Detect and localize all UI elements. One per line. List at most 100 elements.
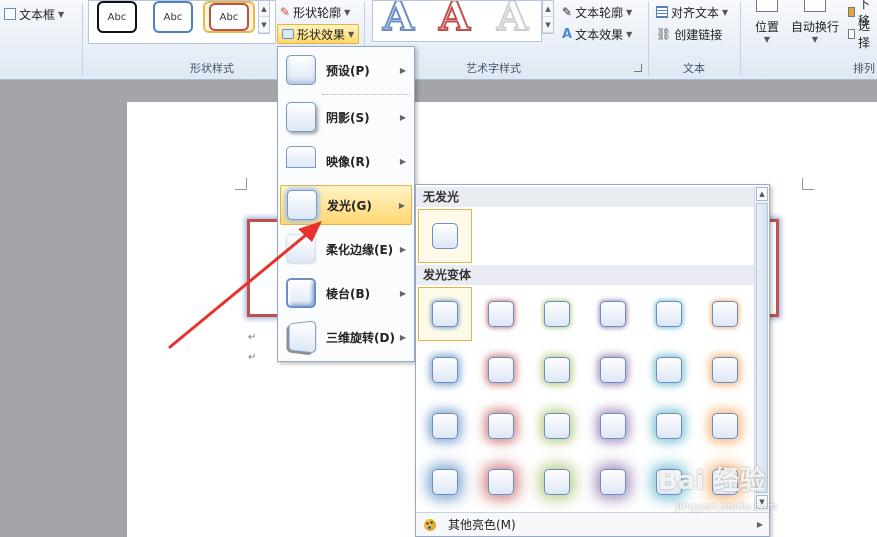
no-glow-option[interactable] <box>418 209 472 263</box>
text-effects-button[interactable]: A 文本效果 ▼ <box>558 24 636 44</box>
glow-variant-option[interactable] <box>586 287 640 341</box>
wordart-scroll[interactable]: ▲ ▼ <box>542 0 554 34</box>
glow-variant-option[interactable] <box>418 455 472 509</box>
glow-variant-swatch-icon <box>600 413 626 439</box>
menu-item-label: 棱台(B) <box>326 286 371 301</box>
group-separator <box>740 2 741 76</box>
chevron-down-icon: ▼ <box>626 7 633 17</box>
scroll-up-icon[interactable]: ▲ <box>543 1 553 17</box>
glow-variant-swatch-icon <box>600 357 626 383</box>
align-text-button[interactable]: 对齐文本 ▼ <box>652 2 732 22</box>
glow-variant-option[interactable] <box>474 455 528 509</box>
textbox-label: 文本框 <box>19 7 56 22</box>
menu-item-label: 预设(P) <box>326 63 370 78</box>
glow-variant-swatch-icon <box>544 301 570 327</box>
glow-variant-swatch-icon <box>488 301 514 327</box>
glow-variant-option[interactable] <box>642 399 696 453</box>
glow-variant-option[interactable] <box>530 399 584 453</box>
menu-item-glow[interactable]: 发光(G) ▶ <box>280 185 412 225</box>
glow-variant-option[interactable] <box>418 287 472 341</box>
glow-variant-option[interactable] <box>698 287 752 341</box>
chevron-down-icon: ▼ <box>626 29 633 39</box>
scroll-up-icon[interactable]: ▲ <box>756 187 768 201</box>
menu-item-soft-edges[interactable]: 柔化边缘(E) ▶ <box>280 229 412 269</box>
scroll-more-icon[interactable]: ▼ <box>543 17 553 33</box>
scroll-up-icon[interactable]: ▲ <box>259 1 269 17</box>
text-outline-button[interactable]: ✎ 文本轮廓 ▼ <box>558 2 636 22</box>
wordart-sample-1[interactable]: A <box>382 1 415 41</box>
chevron-right-icon: ▶ <box>399 244 406 254</box>
glow-variant-swatch-icon <box>432 301 458 327</box>
glow-variant-option[interactable] <box>418 343 472 397</box>
soft-edges-thumb-icon <box>286 234 316 264</box>
glow-variant-option[interactable] <box>586 343 640 397</box>
more-glow-colors-button[interactable]: 其他亮色(M) ▶ <box>416 512 769 536</box>
no-glow-swatch-icon <box>432 223 458 249</box>
glow-variant-swatch-icon <box>712 413 738 439</box>
palette-icon <box>424 518 436 531</box>
glow-variant-option[interactable] <box>586 399 640 453</box>
glow-variant-option[interactable] <box>530 343 584 397</box>
position-button[interactable]: 位置 ▼ <box>748 0 786 52</box>
selection-pane-button[interactable]: 选择 <box>844 19 877 50</box>
textbox-button[interactable]: 文本框 ▼ <box>0 4 68 24</box>
wordart-gallery: A A A <box>372 0 542 42</box>
selection-pane-label: 选择 <box>858 19 871 50</box>
shape-outline-button[interactable]: ✎ 形状轮廓 ▼ <box>276 2 354 22</box>
wrap-text-label: 自动换行 <box>790 20 839 34</box>
glow-variant-option[interactable] <box>642 287 696 341</box>
dialog-launcher-icon[interactable] <box>634 64 642 72</box>
glow-variant-option[interactable] <box>530 287 584 341</box>
shape-style-sample-2[interactable]: Abc <box>153 1 193 33</box>
chevron-right-icon: ▶ <box>399 156 406 166</box>
menu-item-bevel[interactable]: 棱台(B) ▶ <box>280 273 412 313</box>
shape-effects-button[interactable]: 形状效果 ▼ <box>277 24 360 44</box>
scroll-thumb[interactable] <box>756 203 768 493</box>
create-link-button[interactable]: ⛓ 创建链接 <box>652 24 726 44</box>
menu-item-shadow[interactable]: 阴影(S) ▶ <box>280 97 412 137</box>
wrap-text-icon <box>804 0 826 12</box>
wrap-text-button[interactable]: 自动换行 ▼ <box>788 0 842 52</box>
shape-style-scroll[interactable]: ▲ ▼ <box>258 0 270 34</box>
chevron-right-icon: ▶ <box>399 332 406 342</box>
scroll-more-icon[interactable]: ▼ <box>259 17 269 33</box>
shape-effects-menu: 预设(P) ▶ 阴影(S) ▶ 映像(R) ▶ 发光(G) ▶ 柔化边缘(E) … <box>277 46 415 362</box>
chevron-right-icon: ▶ <box>399 288 406 298</box>
glow-variant-swatch-icon <box>712 357 738 383</box>
pencil-icon: ✎ <box>562 5 573 19</box>
shape-style-sample-3-selected[interactable]: Abc <box>203 1 255 33</box>
margin-corner-top-left <box>235 178 247 190</box>
wordart-sample-3[interactable]: A <box>496 1 529 41</box>
pencil-icon: ✎ <box>280 5 291 19</box>
menu-item-preset[interactable]: 预设(P) ▶ <box>280 50 412 90</box>
chevron-down-icon: ▼ <box>763 35 771 44</box>
shape-style-gallery: Abc Abc Abc <box>88 0 276 44</box>
glow-variant-option[interactable] <box>698 343 752 397</box>
menu-divider <box>322 94 410 95</box>
glow-variant-option[interactable] <box>418 399 472 453</box>
glow-variant-option[interactable] <box>586 455 640 509</box>
glow-variant-option[interactable] <box>642 343 696 397</box>
chevron-right-icon: ▶ <box>399 65 406 75</box>
wordart-sample-2[interactable]: A <box>438 1 471 41</box>
glow-variant-option[interactable] <box>474 343 528 397</box>
menu-item-label: 阴影(S) <box>326 110 370 125</box>
glow-variant-swatch-icon <box>712 301 738 327</box>
glow-variant-option[interactable] <box>474 399 528 453</box>
glow-variant-option[interactable] <box>474 287 528 341</box>
chevron-down-icon: ▼ <box>344 7 351 17</box>
shape-style-sample-3-label: Abc <box>209 3 249 31</box>
chevron-down-icon: ▼ <box>58 9 65 19</box>
shape-style-group-label: 形状样式 <box>190 62 234 75</box>
menu-item-reflection[interactable]: 映像(R) ▶ <box>280 141 412 181</box>
baidu-watermark: Bai 经验 <box>658 466 766 496</box>
text-outline-label: 文本轮廓 <box>575 5 624 20</box>
shadow-thumb-icon <box>286 102 316 132</box>
menu-item-3d-rotation[interactable]: 三维旋转(D) ▶ <box>280 317 412 357</box>
glow-variant-option[interactable] <box>530 455 584 509</box>
shape-effects-label: 形状效果 <box>297 27 346 42</box>
paragraph-mark: ↵ <box>248 352 257 363</box>
shape-style-sample-1[interactable]: Abc <box>97 1 137 33</box>
text-group-label: 文本 <box>683 62 705 75</box>
glow-variant-option[interactable] <box>698 399 752 453</box>
